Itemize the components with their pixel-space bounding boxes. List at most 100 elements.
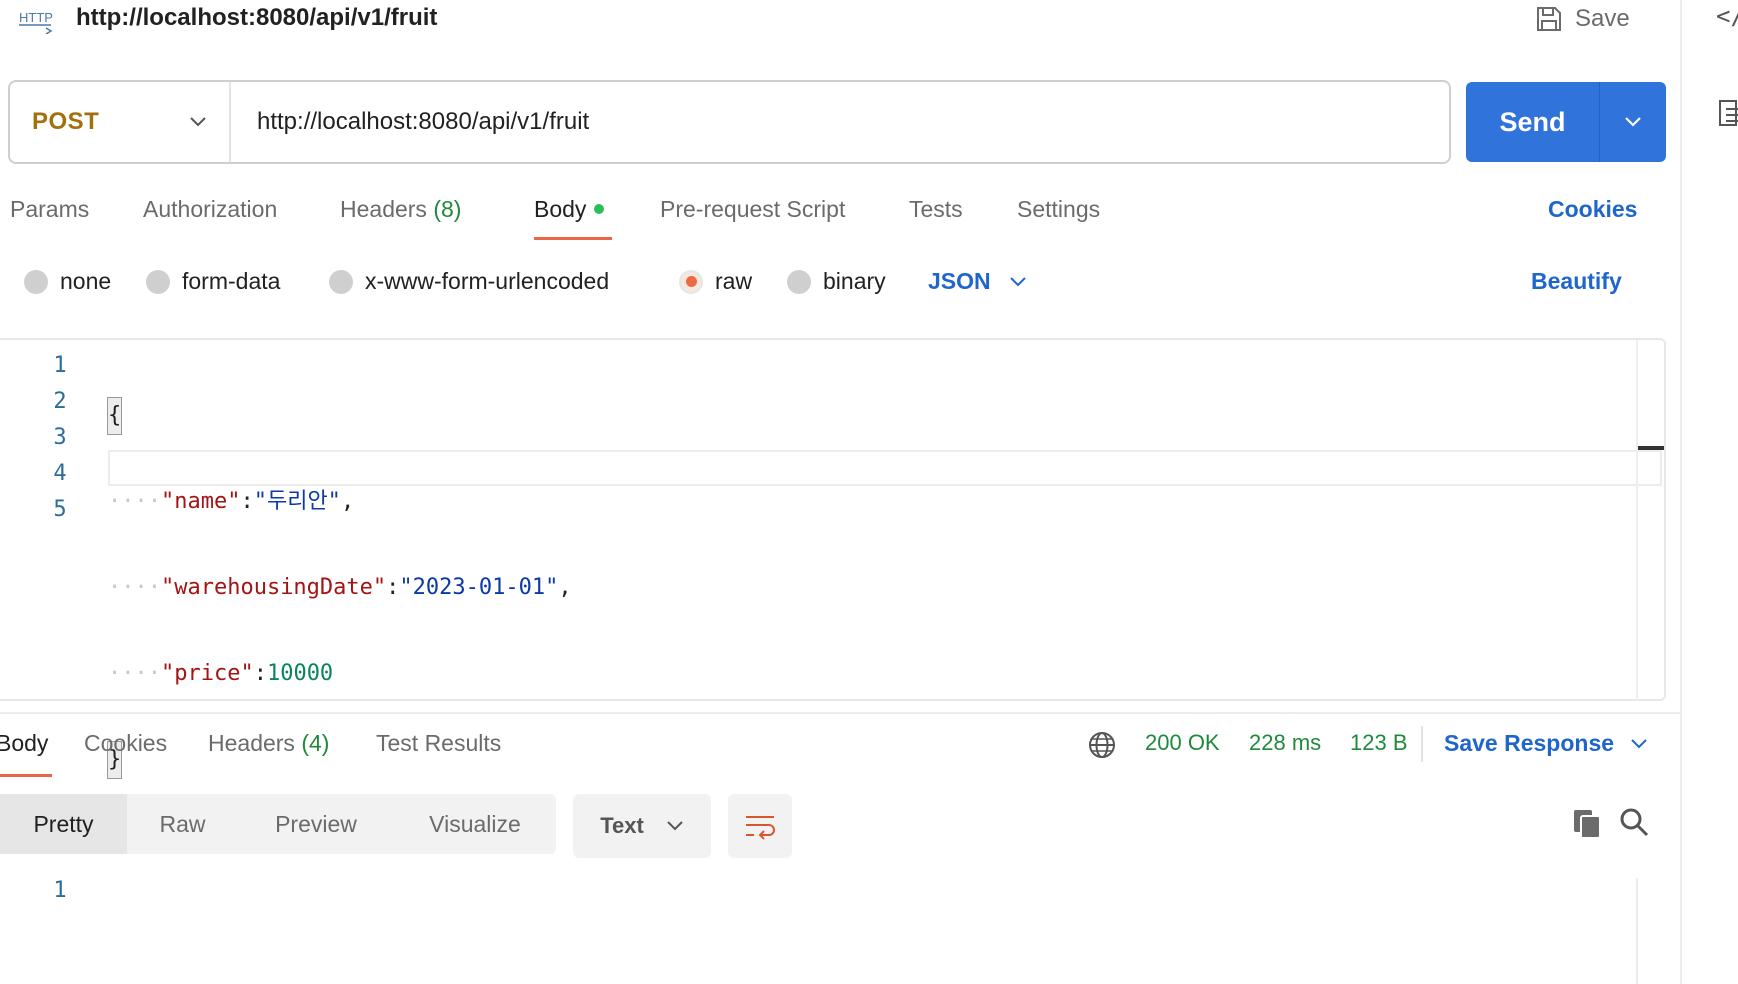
response-tab-test-results[interactable]: Test Results	[376, 730, 501, 757]
response-scrollbar[interactable]	[1636, 878, 1638, 984]
code-line: ····"price":10000	[108, 656, 572, 692]
view-raw[interactable]: Raw	[127, 794, 238, 854]
tab-headers[interactable]: Headers (8)	[340, 196, 461, 223]
response-tabs: Body Cookies Headers (4) Test Results 20…	[0, 720, 1680, 778]
tab-params[interactable]: Params	[10, 196, 89, 223]
view-preview[interactable]: Preview	[238, 794, 394, 854]
tab-body[interactable]: Body	[534, 196, 605, 223]
view-pretty[interactable]: Pretty	[0, 794, 127, 854]
json-number: 10000	[266, 661, 334, 686]
json-key: "name"	[160, 489, 241, 514]
wrap-lines-button[interactable]	[728, 794, 792, 858]
editor-scrollbar[interactable]	[1636, 340, 1638, 701]
line-number: 2	[53, 389, 67, 414]
response-format-label: Text	[600, 813, 644, 838]
view-visualize[interactable]: Visualize	[394, 794, 556, 854]
line-number: 4	[53, 461, 67, 486]
response-tab-headers-label: Headers	[208, 730, 295, 756]
radio-form-data[interactable]: form-data	[146, 268, 280, 295]
cookies-link[interactable]: Cookies	[1548, 196, 1637, 223]
line-number-gutter: 1 2 3 4 5	[40, 348, 80, 528]
line-number: 3	[53, 425, 67, 450]
radio-none-label: none	[60, 268, 112, 294]
request-title[interactable]: http://localhost:8080/api/v1/fruit	[76, 4, 437, 32]
radio-binary-label: binary	[823, 268, 886, 294]
send-options-button[interactable]	[1600, 82, 1666, 162]
method-select[interactable]: POST	[10, 82, 231, 162]
chevron-down-icon	[190, 117, 206, 127]
chevron-down-icon	[1631, 738, 1647, 748]
save-response-button[interactable]: Save Response	[1444, 730, 1648, 757]
radio-dot	[146, 269, 170, 294]
line-number: 1	[53, 878, 67, 903]
chevron-down-icon	[1009, 276, 1026, 286]
code-icon[interactable]: </	[1716, 2, 1738, 30]
http-icon: HTTP	[19, 10, 53, 34]
globe-icon[interactable]	[1087, 730, 1117, 760]
save-icon	[1537, 7, 1561, 31]
send-button[interactable]: Send	[1466, 82, 1600, 162]
indent-marker: ····	[108, 489, 161, 514]
colon: :	[240, 489, 254, 514]
response-tab-cookies[interactable]: Cookies	[84, 730, 167, 757]
radio-dot	[329, 269, 353, 294]
format-select[interactable]: JSON	[928, 268, 1027, 295]
response-view-switcher: Pretty Raw Preview Visualize	[0, 794, 556, 854]
response-format-select[interactable]: Text	[573, 794, 711, 858]
tab-headers-label: Headers	[340, 196, 427, 222]
radio-form-data-label: form-data	[182, 268, 281, 294]
radio-urlencoded-label: x-www-form-urlencoded	[365, 268, 610, 294]
chevron-down-icon	[667, 821, 683, 831]
json-string: "2023-01-01"	[399, 575, 559, 600]
request-body-editor[interactable]: 1 2 3 4 5 { ····"name":"두리안", ····"wareh…	[0, 338, 1666, 779]
line-number: 1	[53, 353, 67, 378]
comma: ,	[340, 489, 355, 514]
radio-binary[interactable]: binary	[787, 268, 886, 295]
active-tab-underline	[0, 774, 52, 777]
http-icon-label: HTTP	[19, 10, 53, 25]
scrollbar-cursor-marker	[1638, 446, 1664, 450]
url-input[interactable]: http://localhost:8080/api/v1/fruit	[231, 108, 589, 136]
documentation-icon[interactable]	[1718, 98, 1738, 128]
json-key: "price"	[160, 661, 254, 686]
radio-dot	[24, 269, 48, 294]
modified-indicator	[594, 204, 605, 214]
response-time[interactable]: 228 ms	[1249, 730, 1321, 756]
radio-urlencoded[interactable]: x-www-form-urlencoded	[329, 268, 609, 295]
radio-none[interactable]: none	[24, 268, 111, 295]
colon: :	[253, 661, 267, 686]
radio-dot-selected	[679, 269, 703, 294]
tab-body-label: Body	[534, 196, 587, 222]
search-icon[interactable]	[1618, 806, 1650, 838]
right-sidebar: </	[1680, 0, 1738, 984]
save-button-label: Save	[1575, 5, 1630, 32]
tab-authorization[interactable]: Authorization	[143, 196, 277, 223]
beautify-link[interactable]: Beautify	[1531, 268, 1622, 295]
tab-headers-count: (8)	[433, 196, 462, 222]
response-tab-body[interactable]: Body	[0, 730, 48, 757]
response-divider[interactable]	[0, 712, 1680, 714]
tab-settings[interactable]: Settings	[1017, 196, 1100, 223]
chevron-down-icon	[1625, 117, 1641, 127]
copy-icon[interactable]	[1572, 808, 1602, 840]
json-key: "warehousingDate"	[160, 575, 387, 600]
indent-marker: ····	[108, 661, 161, 686]
response-tab-headers[interactable]: Headers (4)	[208, 730, 329, 757]
json-string: "두리안"	[253, 489, 341, 514]
separator	[1421, 726, 1423, 762]
save-button[interactable]: Save	[1535, 2, 1630, 36]
brace-open: {	[106, 397, 123, 435]
radio-raw[interactable]: raw	[679, 268, 752, 295]
wrap-lines-icon	[746, 816, 775, 840]
active-tab-underline	[534, 237, 612, 240]
response-size[interactable]: 123 B	[1350, 730, 1408, 756]
tab-tests[interactable]: Tests	[909, 196, 963, 223]
save-response-label: Save Response	[1444, 730, 1615, 756]
radio-raw-label: raw	[715, 268, 753, 294]
indent-marker: ····	[108, 575, 161, 600]
status-code[interactable]: 200 OK	[1145, 730, 1220, 756]
url-bar: POST http://localhost:8080/api/v1/fruit	[8, 80, 1451, 164]
format-select-label: JSON	[928, 268, 991, 294]
tab-pre-request-script[interactable]: Pre-request Script	[660, 196, 845, 223]
radio-dot	[787, 269, 811, 294]
